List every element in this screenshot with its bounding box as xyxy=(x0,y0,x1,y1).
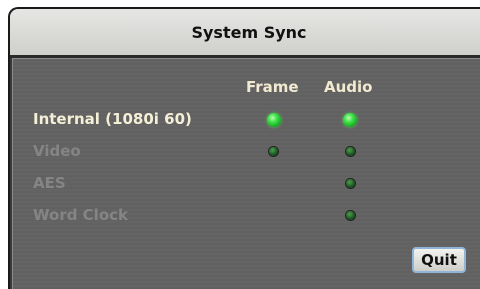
quit-button[interactable]: Quit xyxy=(412,247,466,273)
row-label-word-clock[interactable]: Word Clock xyxy=(33,206,128,224)
row-label-aes[interactable]: AES xyxy=(33,174,66,192)
frame-sync-indicator-internal xyxy=(267,113,281,127)
content-panel xyxy=(10,58,480,289)
frame-sync-indicator-video xyxy=(269,147,278,156)
window-title: System Sync xyxy=(191,22,307,42)
column-header-audio: Audio xyxy=(324,78,373,96)
title-bar: System Sync xyxy=(10,9,480,58)
column-header-frame: Frame xyxy=(246,78,299,96)
row-label-internal[interactable]: Internal (1080i 60) xyxy=(33,110,192,128)
row-label-video[interactable]: Video xyxy=(33,142,81,160)
audio-sync-indicator-word-clock xyxy=(346,211,355,220)
audio-sync-indicator-video xyxy=(346,147,355,156)
audio-sync-indicator-internal xyxy=(343,113,357,127)
audio-sync-indicator-aes xyxy=(346,179,355,188)
